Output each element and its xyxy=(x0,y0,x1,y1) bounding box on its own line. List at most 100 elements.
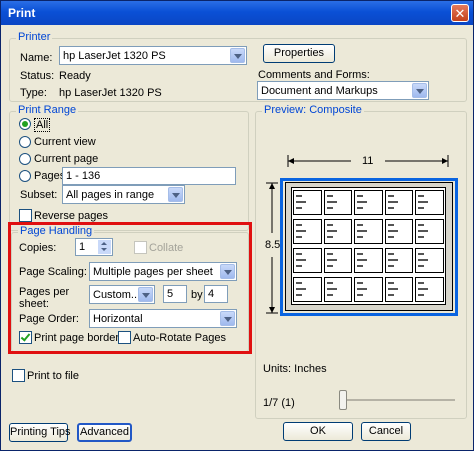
preview-mini-page xyxy=(415,277,444,302)
print-range-group-label: Print Range xyxy=(16,104,79,116)
preview-mini-page xyxy=(354,219,383,244)
preview-mini-page xyxy=(323,277,353,302)
preview-text-line xyxy=(418,236,425,238)
print-to-file-checkbox[interactable] xyxy=(12,369,25,382)
preview-text-line xyxy=(357,294,364,296)
preview-text-line xyxy=(296,265,302,267)
preview-text-line xyxy=(296,224,302,226)
preview-text-line xyxy=(296,259,306,261)
printer-name-label: Name: xyxy=(20,52,53,64)
window-title: Print xyxy=(8,6,36,20)
preview-mini-page xyxy=(323,219,353,244)
chevron-down-icon xyxy=(230,48,245,63)
highlight-annotation xyxy=(8,222,252,354)
preview-text-line xyxy=(418,230,429,232)
comments-forms-label: Comments and Forms: xyxy=(258,69,370,81)
preview-text-line xyxy=(418,195,425,197)
preview-text-line xyxy=(387,230,398,232)
subset-value: All pages in range xyxy=(66,189,155,201)
preview-text-line xyxy=(326,195,333,197)
preview-width-label: 11 xyxy=(362,155,374,167)
preview-text-line xyxy=(326,253,333,255)
preview-mini-page xyxy=(384,248,414,273)
pages-range-input[interactable]: 1 - 136 xyxy=(62,167,236,185)
preview-text-line xyxy=(357,207,364,209)
preview-text-line xyxy=(296,282,302,284)
page-indicator: 1/7 (1) xyxy=(263,397,295,409)
preview-text-line xyxy=(357,259,368,261)
preview-mini-page xyxy=(354,190,383,215)
preview-text-line xyxy=(326,236,333,238)
advanced-button[interactable]: Advanced xyxy=(77,423,132,442)
preview-text-line xyxy=(326,224,333,226)
title-bar[interactable]: Print ✕ xyxy=(1,1,473,25)
preview-text-line xyxy=(418,294,425,296)
preview-mini-page xyxy=(384,190,414,215)
preview-text-line xyxy=(326,265,333,267)
radio-current-page-label: Current page xyxy=(34,153,99,165)
radio-all[interactable] xyxy=(19,118,31,130)
printing-tips-button[interactable]: Printing Tips xyxy=(9,423,71,442)
preview-text-line xyxy=(357,224,364,226)
status-label: Status: xyxy=(20,70,55,82)
preview-mini-page xyxy=(415,190,444,215)
pages-range-value: 1 - 136 xyxy=(66,170,101,182)
preview-text-line xyxy=(326,230,337,232)
page-slider-track[interactable] xyxy=(339,399,455,401)
radio-pages[interactable] xyxy=(19,170,31,182)
preview-text-line xyxy=(357,282,364,284)
preview-text-line xyxy=(387,201,398,203)
preview-mini-page xyxy=(323,248,353,273)
preview-text-line xyxy=(418,259,429,261)
preview-text-line xyxy=(357,230,368,232)
preview-text-line xyxy=(326,201,337,203)
preview-mini-page xyxy=(354,277,383,302)
preview-mini-page xyxy=(415,219,444,244)
preview-text-line xyxy=(357,253,364,255)
preview-text-line xyxy=(387,195,394,197)
subset-label: Subset: xyxy=(20,189,58,201)
preview-text-line xyxy=(387,294,394,296)
preview-mini-page xyxy=(293,190,322,215)
ok-button[interactable]: OK xyxy=(283,422,353,441)
preview-text-line xyxy=(326,288,337,290)
preview-page-grid xyxy=(291,187,446,305)
preview-height-label: 8.5 xyxy=(265,239,281,251)
close-button[interactable]: ✕ xyxy=(451,4,469,22)
preview-text-line xyxy=(296,230,306,232)
preview-text-line xyxy=(387,207,394,209)
units-label: Units: Inches xyxy=(263,363,327,375)
comments-forms-select[interactable]: Document and Markups xyxy=(257,81,429,100)
page-slider-thumb[interactable] xyxy=(339,390,347,410)
subset-select[interactable]: All pages in range xyxy=(62,185,185,204)
chevron-down-icon xyxy=(168,187,183,202)
preview-text-line xyxy=(418,207,425,209)
preview-mini-page xyxy=(293,219,322,244)
printer-name-value: hp LaserJet 1320 PS xyxy=(63,50,166,62)
preview-mini-page xyxy=(293,277,322,302)
preview-mini-page xyxy=(354,248,383,273)
preview-text-line xyxy=(418,253,425,255)
preview-text-line xyxy=(357,236,364,238)
chevron-down-icon xyxy=(412,83,427,98)
preview-text-line xyxy=(296,253,302,255)
radio-current-page[interactable] xyxy=(19,153,31,165)
radio-all-label: All xyxy=(34,118,51,132)
preview-text-line xyxy=(387,259,398,261)
print-to-file-label: Print to file xyxy=(27,370,79,382)
print-dialog: Print ✕ Printer Name: hp LaserJet 1320 P… xyxy=(0,0,474,451)
radio-current-view[interactable] xyxy=(19,136,31,148)
preview-text-line xyxy=(418,282,425,284)
cancel-button[interactable]: Cancel xyxy=(361,422,411,441)
preview-mini-page xyxy=(323,190,353,215)
preview-text-line xyxy=(296,201,306,203)
preview-text-line xyxy=(326,259,337,261)
preview-text-line xyxy=(326,294,333,296)
preview-text-line xyxy=(387,282,394,284)
preview-text-line xyxy=(296,236,302,238)
preview-text-line xyxy=(418,288,429,290)
preview-text-line xyxy=(387,236,394,238)
reverse-pages-checkbox[interactable] xyxy=(19,209,32,222)
printer-name-select[interactable]: hp LaserJet 1320 PS xyxy=(59,46,247,65)
properties-button[interactable]: Properties xyxy=(263,44,335,63)
